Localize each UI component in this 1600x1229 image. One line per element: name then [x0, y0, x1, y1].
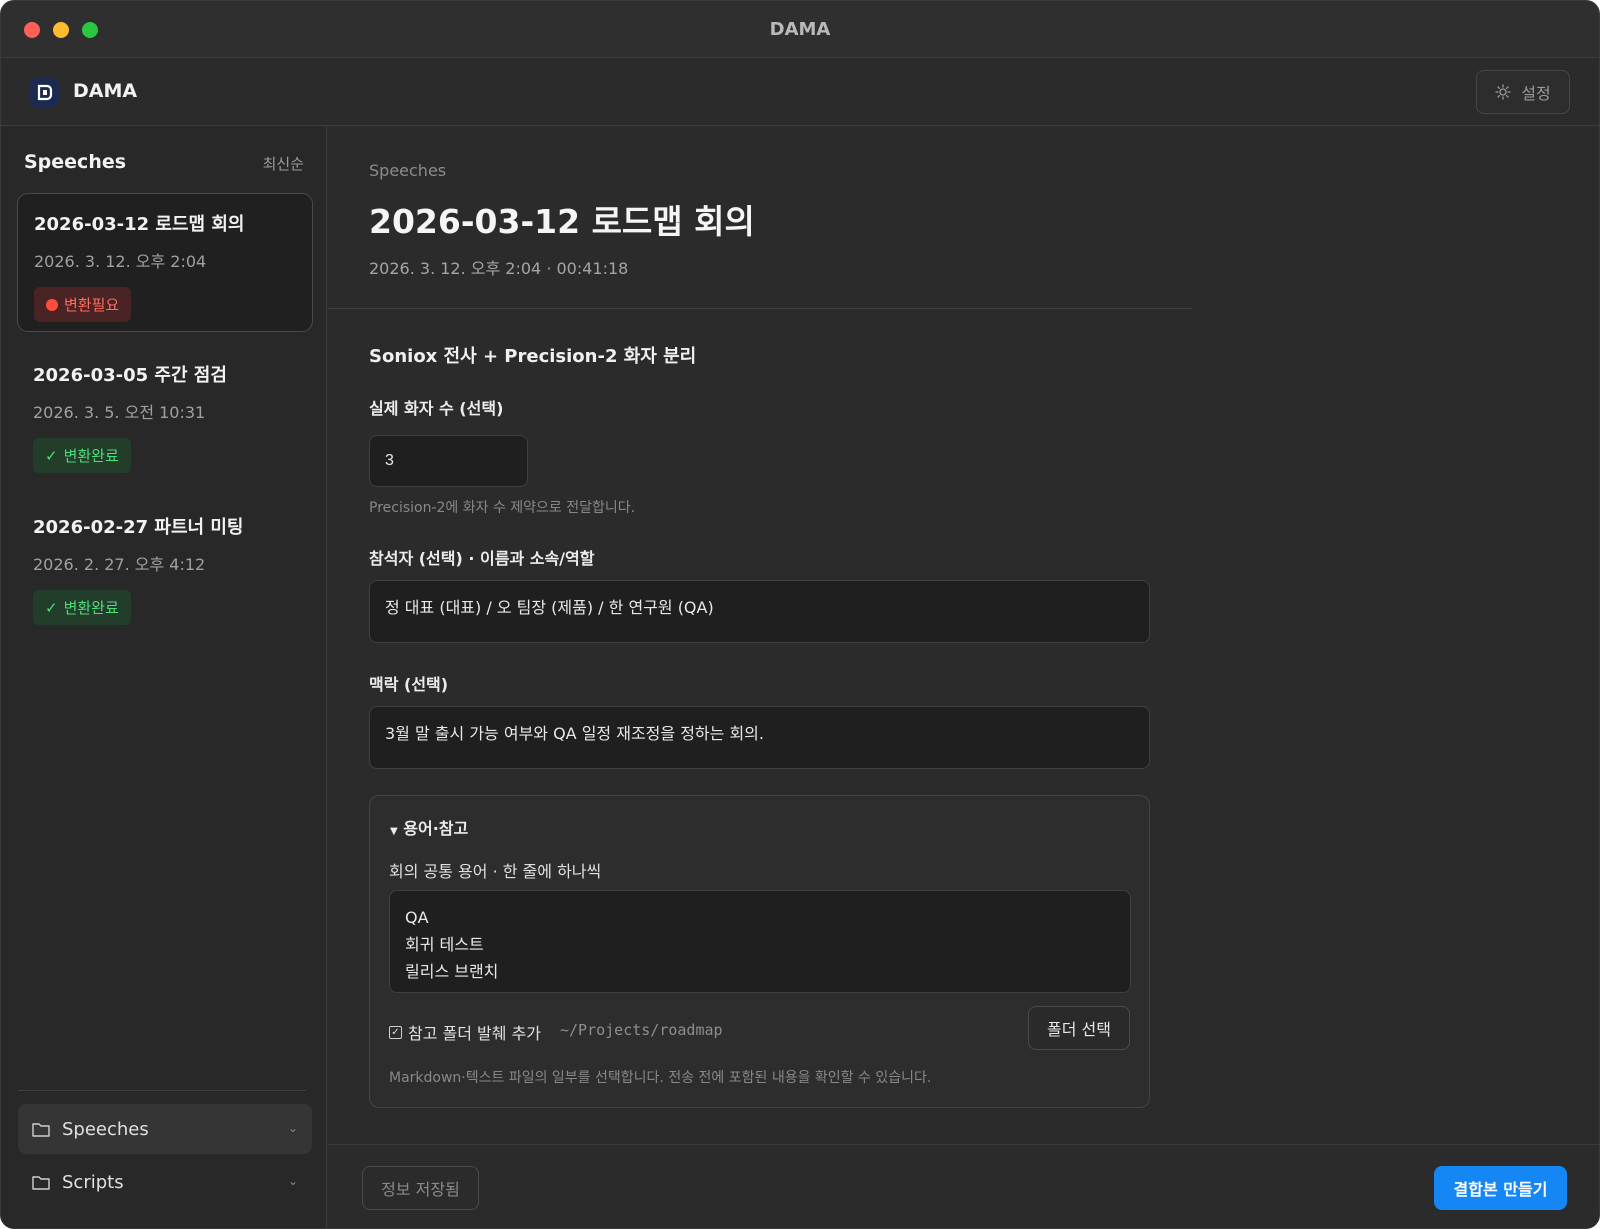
status-badge: ✓ 변환완료 [33, 438, 131, 473]
page-title: 2026-03-12 로드맵 회의 [369, 202, 755, 241]
nav-label: Speeches [62, 1118, 149, 1140]
folder-icon [32, 1122, 50, 1137]
reference-summary-label: 용어·참고 [403, 819, 469, 838]
status-text: 변환필요 [64, 296, 120, 314]
speech-item[interactable]: 2026-03-12 로드맵 회의 2026. 3. 12. 오후 2:04 변… [17, 193, 313, 332]
reference-toggle[interactable]: ▼ 용어·참고 [390, 815, 468, 839]
term-line: 회귀 테스트 [405, 935, 484, 954]
speech-item[interactable]: 2026-03-05 주간 점검 2026. 3. 5. 오전 10:31 ✓ … [17, 345, 313, 484]
attendees-field[interactable]: 정 대표 (대표) / 오 팀장 (제품) / 한 연구원 (QA) [369, 580, 1150, 643]
speaker-count-input[interactable] [369, 435, 528, 487]
term-line: QA [405, 908, 429, 927]
sidebar: Speeches 최신순 2026-03-12 로드맵 회의 2026. 3. … [1, 127, 327, 1228]
speech-date: 2026. 2. 27. 오후 4:12 [33, 555, 206, 574]
settings-label: 설정 [1521, 84, 1551, 103]
status-badge: 변환필요 [34, 287, 132, 322]
saved-status-button[interactable]: 정보 저장됨 [362, 1166, 479, 1210]
breadcrumb[interactable]: Speeches [369, 161, 446, 180]
context-field[interactable]: 3월 말 출시 가능 여부와 QA 일정 재조정을 정하는 회의. [369, 706, 1150, 769]
chevron-down-icon: ⌄ [287, 1121, 298, 1135]
speech-title: 2026-03-05 주간 점검 [33, 365, 227, 386]
nav-item-scripts[interactable]: Scripts ⌄ [18, 1157, 312, 1207]
triangle-down-icon: ▼ [390, 826, 398, 837]
speech-date: 2026. 3. 5. 오전 10:31 [33, 403, 206, 422]
context-label: 맥락 (선택) [369, 675, 449, 694]
attendees-label: 참석자 (선택) · 이름과 소속/역할 [369, 549, 595, 568]
folder-icon [32, 1175, 50, 1190]
speaker-count-hint: Precision-2에 화자 수 제약으로 전달합니다. [369, 500, 636, 516]
status-badge: ✓ 변환완료 [33, 590, 131, 625]
term-line: 릴리스 브랜치 [405, 962, 499, 981]
status-text: 변환완료 [63, 599, 119, 617]
checkmark-icon: ✓ [45, 598, 58, 617]
page-meta: 2026. 3. 12. 오후 2:04 · 00:41:18 [369, 259, 629, 278]
folder-excerpt-checkbox[interactable]: ✓ 참고 폴더 발췌 추가 [389, 1020, 541, 1044]
terms-label: 회의 공통 용어 · 한 줄에 하나씩 [389, 862, 602, 881]
window-title: DAMA [769, 19, 831, 40]
folder-path: ~/Projects/roadmap [560, 1021, 723, 1039]
nav-item-speeches[interactable]: Speeches ⌄ [18, 1104, 312, 1154]
chevron-down-icon: ⌄ [287, 1174, 298, 1188]
app-logo-icon [30, 78, 59, 107]
footer-bar: 정보 저장됨 결합본 만들기 [328, 1144, 1599, 1228]
section-title: Soniox 전사 + Precision-2 화자 분리 [369, 346, 697, 367]
terms-textarea[interactable]: QA 회귀 테스트 릴리스 브랜치 [389, 890, 1131, 993]
header-divider [328, 308, 1192, 309]
reference-section: ▼ 용어·참고 회의 공통 용어 · 한 줄에 하나씩 QA 회귀 테스트 릴리… [369, 795, 1150, 1108]
sort-toggle[interactable]: 최신순 [263, 153, 304, 174]
settings-button[interactable]: 설정 [1476, 70, 1570, 114]
checkmark-icon: ✓ [45, 446, 58, 465]
status-dot-icon [46, 298, 58, 311]
main-content: Speeches 2026-03-12 로드맵 회의 2026. 3. 12. … [328, 127, 1599, 1228]
title-bar: DAMA [1, 1, 1599, 58]
speech-title: 2026-02-27 파트너 미팅 [33, 517, 244, 538]
sidebar-divider [18, 1090, 306, 1091]
app-name: DAMA [73, 80, 138, 102]
speaker-count-label: 실제 화자 수 (선택) [369, 399, 504, 418]
app-window: DAMA DAMA 설정 Speeches 최신순 2026-03-12 로드맵… [0, 0, 1600, 1229]
choose-folder-button[interactable]: 폴더 선택 [1028, 1006, 1130, 1050]
reference-hint: Markdown·텍스트 파일의 일부를 선택합니다. 전송 전에 포함된 내용… [389, 1070, 932, 1086]
checkbox-checked-icon: ✓ [389, 1025, 402, 1039]
speech-item[interactable]: 2026-02-27 파트너 미팅 2026. 2. 27. 오후 4:12 ✓… [17, 497, 313, 636]
folder-excerpt-label: 참고 폴더 발췌 추가 [408, 1024, 542, 1043]
app-header: DAMA 설정 [1, 58, 1599, 126]
create-combined-button[interactable]: 결합본 만들기 [1434, 1166, 1567, 1210]
speech-date: 2026. 3. 12. 오후 2:04 [34, 252, 207, 271]
speech-title: 2026-03-12 로드맵 회의 [34, 214, 245, 235]
nav-label: Scripts [62, 1171, 124, 1193]
status-text: 변환완료 [63, 447, 119, 465]
gear-icon [1495, 84, 1511, 100]
sidebar-heading: Speeches [24, 151, 127, 173]
